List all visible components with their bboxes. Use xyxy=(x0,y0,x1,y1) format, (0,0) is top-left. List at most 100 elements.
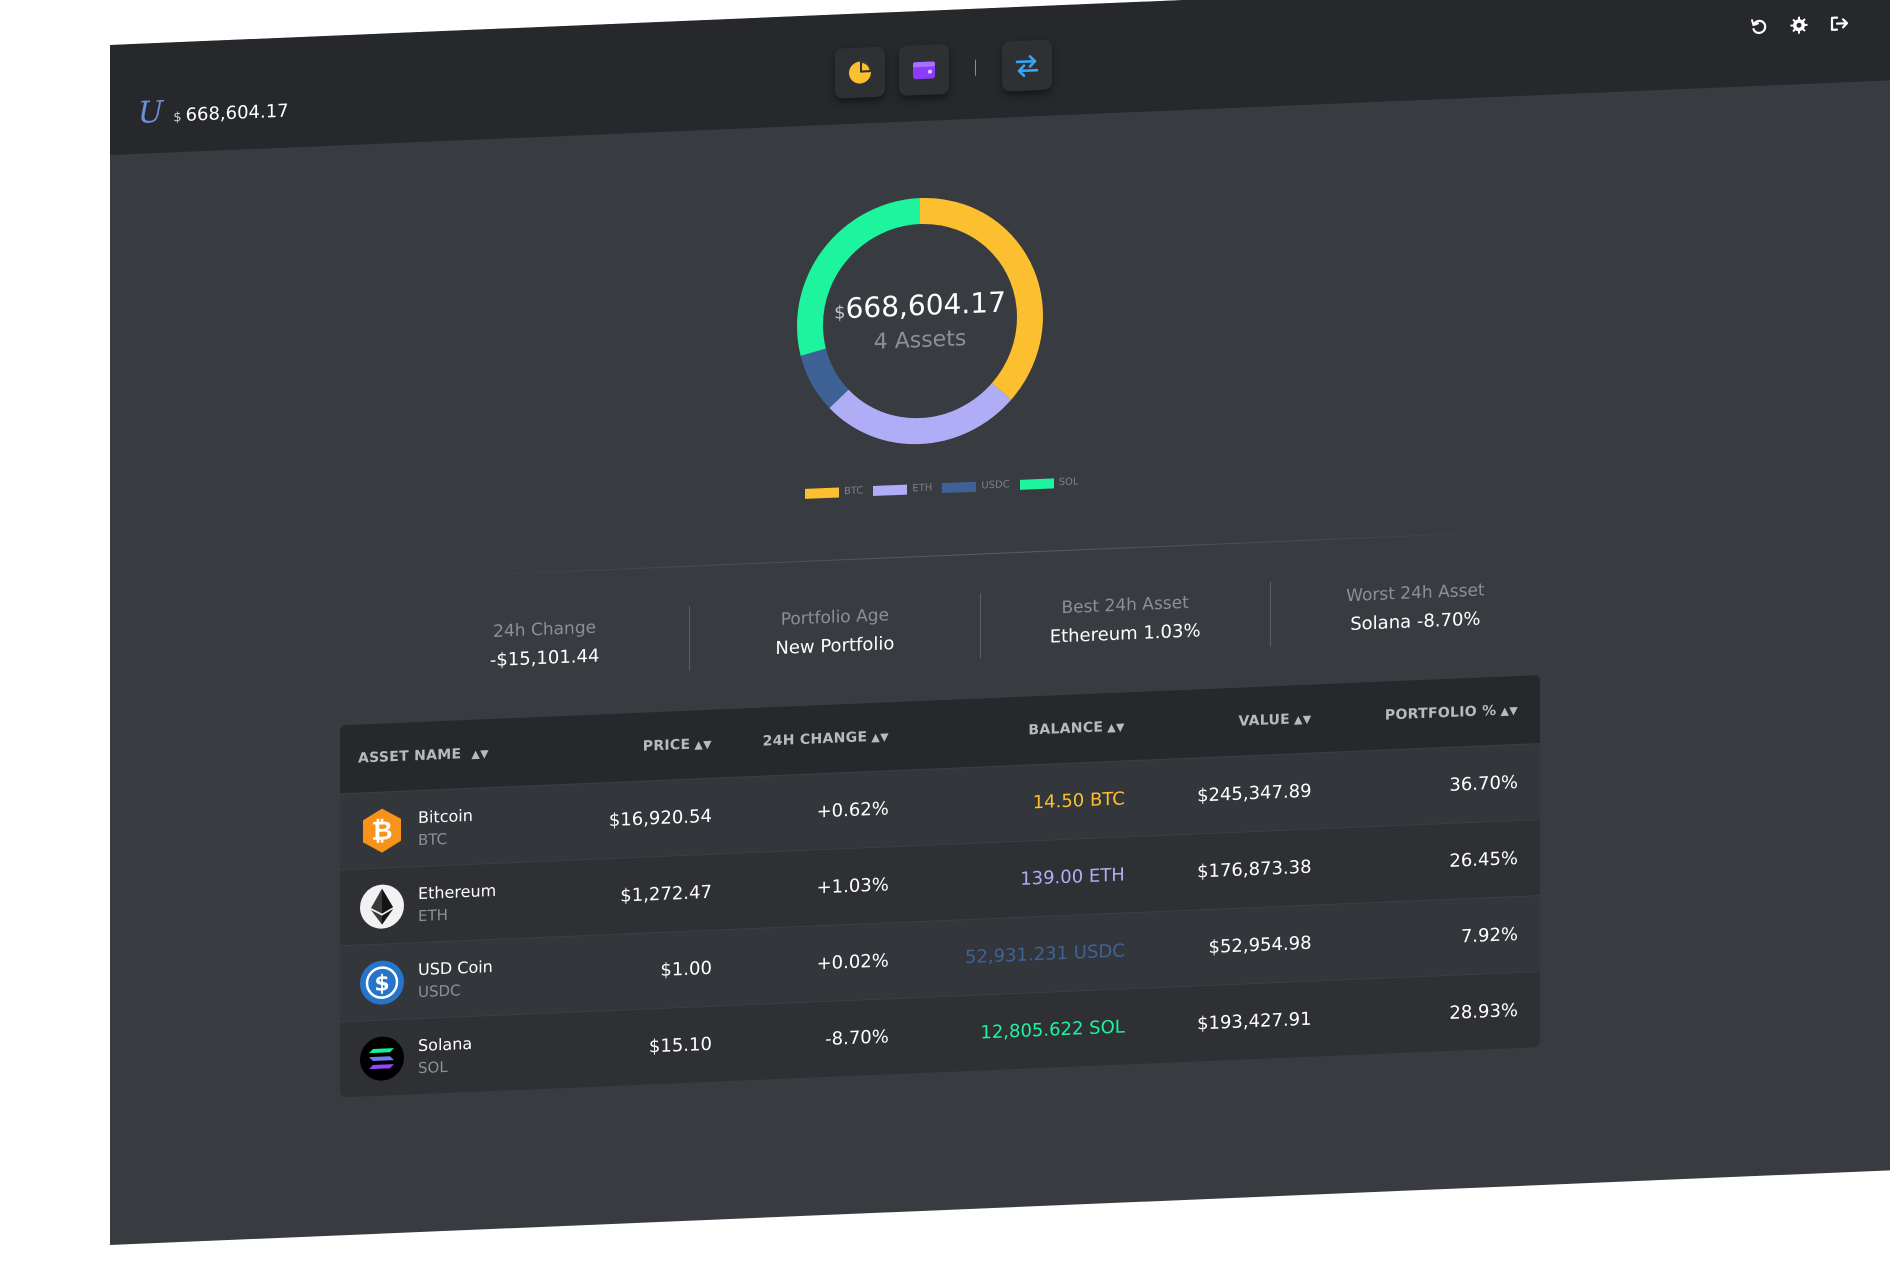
stat-label: Portfolio Age xyxy=(780,605,889,630)
price-cell: $1.00 xyxy=(660,957,712,981)
legend-item-sol[interactable]: SOL xyxy=(1019,476,1079,490)
value-cell: $193,427.91 xyxy=(1197,1008,1312,1035)
stat-label: 24h Change xyxy=(493,617,597,642)
swap-button[interactable] xyxy=(1002,39,1052,92)
price-cell: $16,920.54 xyxy=(608,805,712,832)
sort-balance[interactable]: BALANCE ▲▼ xyxy=(889,718,1125,744)
change-cell: +0.62% xyxy=(816,798,889,823)
section-divider xyxy=(440,530,1540,578)
legend-label: USDC xyxy=(981,479,1010,492)
pie-chart-icon xyxy=(849,61,871,84)
stat-value: -$15,101.44 xyxy=(489,645,600,672)
legend-label: BTC xyxy=(844,485,864,498)
stat-portfolio-age: Portfolio Age New Portfolio xyxy=(690,593,981,671)
top-bar: U $ 668,604.17 xyxy=(110,0,1890,156)
stat-worst-asset: Worst 24h Asset Solana -8.70% xyxy=(1271,569,1560,646)
change-cell: -8.70% xyxy=(825,1026,889,1051)
sort-value[interactable]: VALUE ▲▼ xyxy=(1125,711,1312,735)
legend-item-eth[interactable]: ETH xyxy=(873,483,932,496)
asset-cell: Ethereum ETH xyxy=(340,874,584,932)
portfolio-pct-cell: 28.93% xyxy=(1449,999,1519,1024)
stat-24h-change: 24h Change -$15,101.44 xyxy=(400,605,691,683)
stat-label: Best 24h Asset xyxy=(1061,592,1189,619)
header-label: ASSET NAME xyxy=(358,746,462,767)
asset-name: Ethereum xyxy=(418,880,497,904)
main-nav xyxy=(835,39,1052,99)
header-label: PORTFOLIO % xyxy=(1384,702,1497,724)
sort-portfolio-pct[interactable]: PORTFOLIO % ▲▼ xyxy=(1312,701,1540,727)
header-total: 668,604.17 xyxy=(185,100,289,126)
chart-legend: BTC ETH USDC SOL xyxy=(805,476,1079,499)
balance-cell: 139.00 ETH xyxy=(1020,864,1125,890)
stat-value: Ethereum 1.03% xyxy=(1049,620,1201,648)
portfolio-pct-cell: 26.45% xyxy=(1449,847,1519,872)
value-cell: $52,954.98 xyxy=(1208,932,1312,958)
wallet-button[interactable] xyxy=(899,43,949,96)
dashboard-button[interactable] xyxy=(835,46,885,99)
value-cell: $245,347.89 xyxy=(1197,780,1312,807)
sort-asset-name[interactable]: ASSET NAME ▲▼ xyxy=(340,741,584,767)
sort-icon: ▲▼ xyxy=(694,737,712,752)
sort-24h-change[interactable]: 24H CHANGE ▲▼ xyxy=(712,728,889,751)
svg-text:₿: ₿ xyxy=(371,816,392,847)
app-window: U $ 668,604.17 $668,604.17 4 Assets BTC … xyxy=(110,0,1890,1246)
refresh-icon xyxy=(1751,19,1767,34)
stat-value: New Portfolio xyxy=(775,633,895,660)
sort-icon: ▲▼ xyxy=(871,730,889,745)
solana-icon xyxy=(360,1036,404,1081)
portfolio-donut-chart: $668,604.17 4 Assets xyxy=(770,165,1070,478)
donut-total-value: 668,604.17 xyxy=(845,285,1006,326)
sort-icon: ▲▼ xyxy=(1107,720,1125,735)
change-cell: +0.02% xyxy=(816,950,889,975)
donut-total: $668,604.17 xyxy=(834,285,1006,325)
logout-button[interactable] xyxy=(1828,12,1850,35)
price-cell: $1,272.47 xyxy=(620,881,712,907)
donut-currency: $ xyxy=(834,302,846,324)
change-cell: +1.03% xyxy=(816,874,889,899)
stat-best-asset: Best 24h Asset Ethereum 1.03% xyxy=(980,581,1271,659)
top-actions xyxy=(1748,12,1850,38)
asset-cell: Solana SOL xyxy=(340,1026,584,1084)
ethereum-icon xyxy=(360,884,404,929)
nav-separator xyxy=(975,59,976,76)
sort-icon: ▲▼ xyxy=(471,746,489,761)
refresh-button[interactable] xyxy=(1748,15,1770,38)
sort-icon: ▲▼ xyxy=(1294,712,1312,727)
balance-cell: 14.50 BTC xyxy=(1032,788,1125,814)
asset-cell: ₿ Bitcoin BTC xyxy=(340,798,584,856)
balance-cell: 12,805.622 SOL xyxy=(980,1016,1125,1044)
legend-item-btc[interactable]: BTC xyxy=(805,485,864,499)
sort-price[interactable]: PRICE ▲▼ xyxy=(584,736,712,757)
svg-text:$: $ xyxy=(374,971,389,997)
logout-icon xyxy=(1830,16,1849,31)
swap-arrows-icon xyxy=(1015,55,1039,77)
usd-coin-icon: $ xyxy=(360,960,404,1005)
settings-button[interactable] xyxy=(1788,14,1810,37)
portfolio-pct-cell: 36.70% xyxy=(1449,771,1519,796)
wallet-icon xyxy=(913,61,935,80)
legend-swatch xyxy=(873,484,908,496)
legend-label: SOL xyxy=(1058,476,1079,489)
legend-item-usdc[interactable]: USDC xyxy=(942,479,1010,493)
donut-center: $668,604.17 4 Assets xyxy=(770,165,1070,478)
asset-cell: $ USD Coin USDC xyxy=(340,950,584,1008)
stat-label: Worst 24h Asset xyxy=(1346,580,1485,607)
legend-swatch xyxy=(805,486,839,499)
logo: U xyxy=(138,94,164,131)
header-label: VALUE xyxy=(1238,711,1291,730)
asset-name: Bitcoin xyxy=(418,805,473,828)
asset-symbol: USDC xyxy=(418,981,461,1002)
price-cell: $15.10 xyxy=(648,1033,712,1058)
asset-symbol: BTC xyxy=(418,829,448,850)
assets-table: ASSET NAME ▲▼ PRICE ▲▼ 24H CHANGE ▲▼ BALANC… xyxy=(340,675,1540,1098)
legend-swatch xyxy=(942,481,977,493)
gear-icon xyxy=(1790,16,1808,34)
asset-symbol: ETH xyxy=(418,905,448,926)
donut-assets-count: 4 Assets xyxy=(873,326,967,355)
header-currency: $ xyxy=(173,109,182,126)
header-label: PRICE xyxy=(642,736,691,755)
asset-symbol: SOL xyxy=(418,1057,448,1078)
balance-cell: 52,931.231 USDC xyxy=(964,940,1125,969)
stats-row: 24h Change -$15,101.44 Portfolio Age New… xyxy=(400,569,1560,683)
legend-label: ETH xyxy=(912,482,933,495)
